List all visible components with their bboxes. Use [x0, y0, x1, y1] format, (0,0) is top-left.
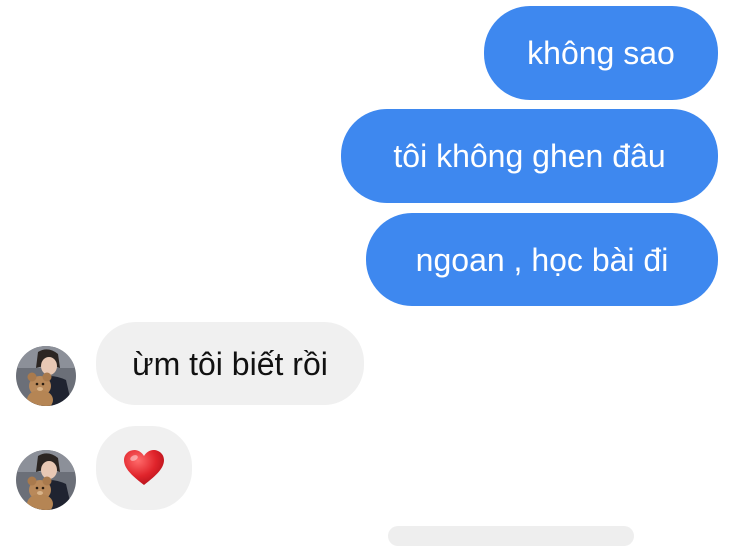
next-message-partial	[388, 526, 634, 546]
avatar-photo	[16, 346, 76, 406]
message-text: ngoan , học bài đi	[415, 241, 669, 278]
message-text: không sao	[527, 35, 675, 71]
contact-avatar[interactable]	[16, 346, 76, 406]
message-text: ừm tôi biết rồi	[132, 345, 328, 382]
avatar-photo	[16, 450, 76, 510]
sent-message-bubble[interactable]: không sao	[484, 6, 718, 100]
contact-avatar[interactable]	[16, 450, 76, 510]
red-heart-icon	[124, 450, 164, 485]
sent-message-bubble[interactable]: tôi không ghen đâu	[341, 109, 718, 203]
sent-message-bubble[interactable]: ngoan , học bài đi	[366, 213, 718, 306]
received-message-bubble[interactable]: ừm tôi biết rồi	[96, 322, 364, 405]
message-thread: không sao tôi không ghen đâu ngoan , học…	[0, 0, 750, 546]
message-text: tôi không ghen đâu	[393, 138, 666, 174]
received-message-bubble[interactable]	[96, 426, 192, 510]
